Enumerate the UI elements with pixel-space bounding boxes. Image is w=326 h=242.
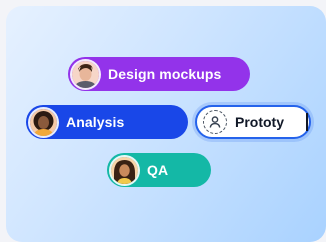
person-icon bbox=[203, 110, 227, 134]
chip-label: Analysis bbox=[66, 114, 125, 130]
chip-analysis[interactable]: Analysis bbox=[26, 105, 188, 139]
tag-input-field[interactable]: Prototy bbox=[195, 105, 311, 139]
task-tags-card: Design mockups Analysis Prototy QA bbox=[6, 6, 326, 242]
chip-qa[interactable]: QA bbox=[107, 153, 211, 187]
avatar-analysis bbox=[30, 108, 57, 136]
avatar-design bbox=[72, 60, 99, 88]
chip-label: QA bbox=[147, 162, 169, 178]
avatar-qa bbox=[111, 156, 138, 184]
tag-input-value: Prototy bbox=[235, 114, 284, 130]
text-caret bbox=[306, 113, 308, 131]
chip-design-mockups[interactable]: Design mockups bbox=[68, 57, 250, 91]
chip-label: Design mockups bbox=[108, 66, 222, 82]
